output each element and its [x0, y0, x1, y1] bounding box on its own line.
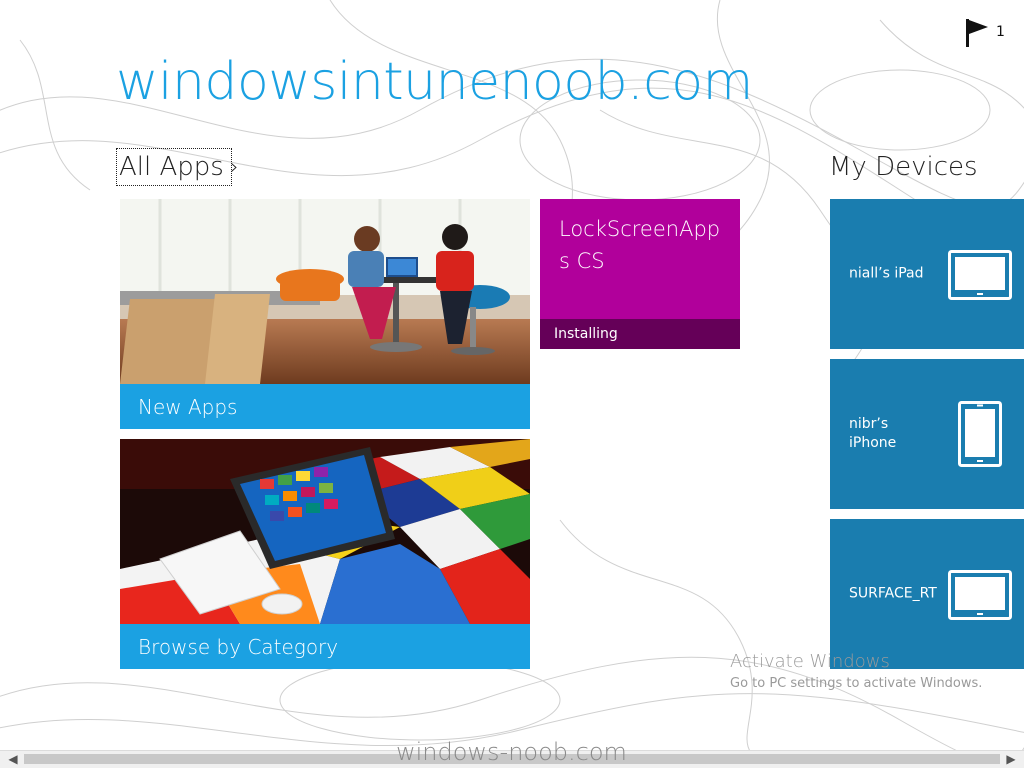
flag-icon[interactable] [964, 18, 990, 48]
lockscreenapps-status: Installing [540, 319, 740, 349]
device-tile-surface-rt[interactable]: SURFACE_RT [830, 519, 1024, 669]
new-apps-tile[interactable]: New Apps [120, 199, 530, 429]
notifications-area[interactable]: 1 [964, 18, 1012, 48]
my-devices-title: My Devices [829, 152, 978, 182]
browse-by-category-label: Browse by Category [120, 624, 530, 669]
new-apps-label: New Apps [120, 384, 530, 429]
browse-by-category-photo [120, 439, 530, 624]
chevron-right-icon: › [229, 154, 239, 180]
site-watermark: windows-noob.com [396, 738, 627, 766]
tablet-landscape-icon [948, 570, 1012, 620]
new-apps-photo [120, 199, 530, 384]
lockscreenapps-name: LockScreenApps CS [559, 217, 721, 273]
scroll-right-arrow-icon[interactable]: ▶ [1002, 751, 1020, 768]
all-apps-link[interactable]: All Apps › [116, 148, 239, 186]
all-apps-label: All Apps [119, 152, 224, 182]
device-tile-nialls-ipad[interactable]: niall’s iPad [830, 199, 1024, 349]
device-name: niall’s iPad [849, 265, 924, 282]
phone-portrait-icon [958, 401, 1002, 467]
browse-by-category-tile[interactable]: Browse by Category [120, 439, 530, 669]
device-name: nibr’s iPhone [849, 416, 897, 451]
tablet-landscape-icon [948, 250, 1012, 300]
lockscreenapps-tile[interactable]: LockScreenApps CS Installing [540, 199, 740, 349]
site-title: windowsintunenoob.com [116, 52, 753, 112]
device-name: SURFACE_RT [849, 585, 937, 602]
notifications-count: 1 [996, 24, 1005, 40]
activate-windows-subtitle: Go to PC settings to activate Windows. [730, 676, 983, 691]
activate-windows-title: Activate Windows [730, 651, 890, 672]
scroll-left-arrow-icon[interactable]: ◀ [4, 751, 22, 768]
device-tile-nibrs-iphone[interactable]: nibr’s iPhone [830, 359, 1024, 509]
